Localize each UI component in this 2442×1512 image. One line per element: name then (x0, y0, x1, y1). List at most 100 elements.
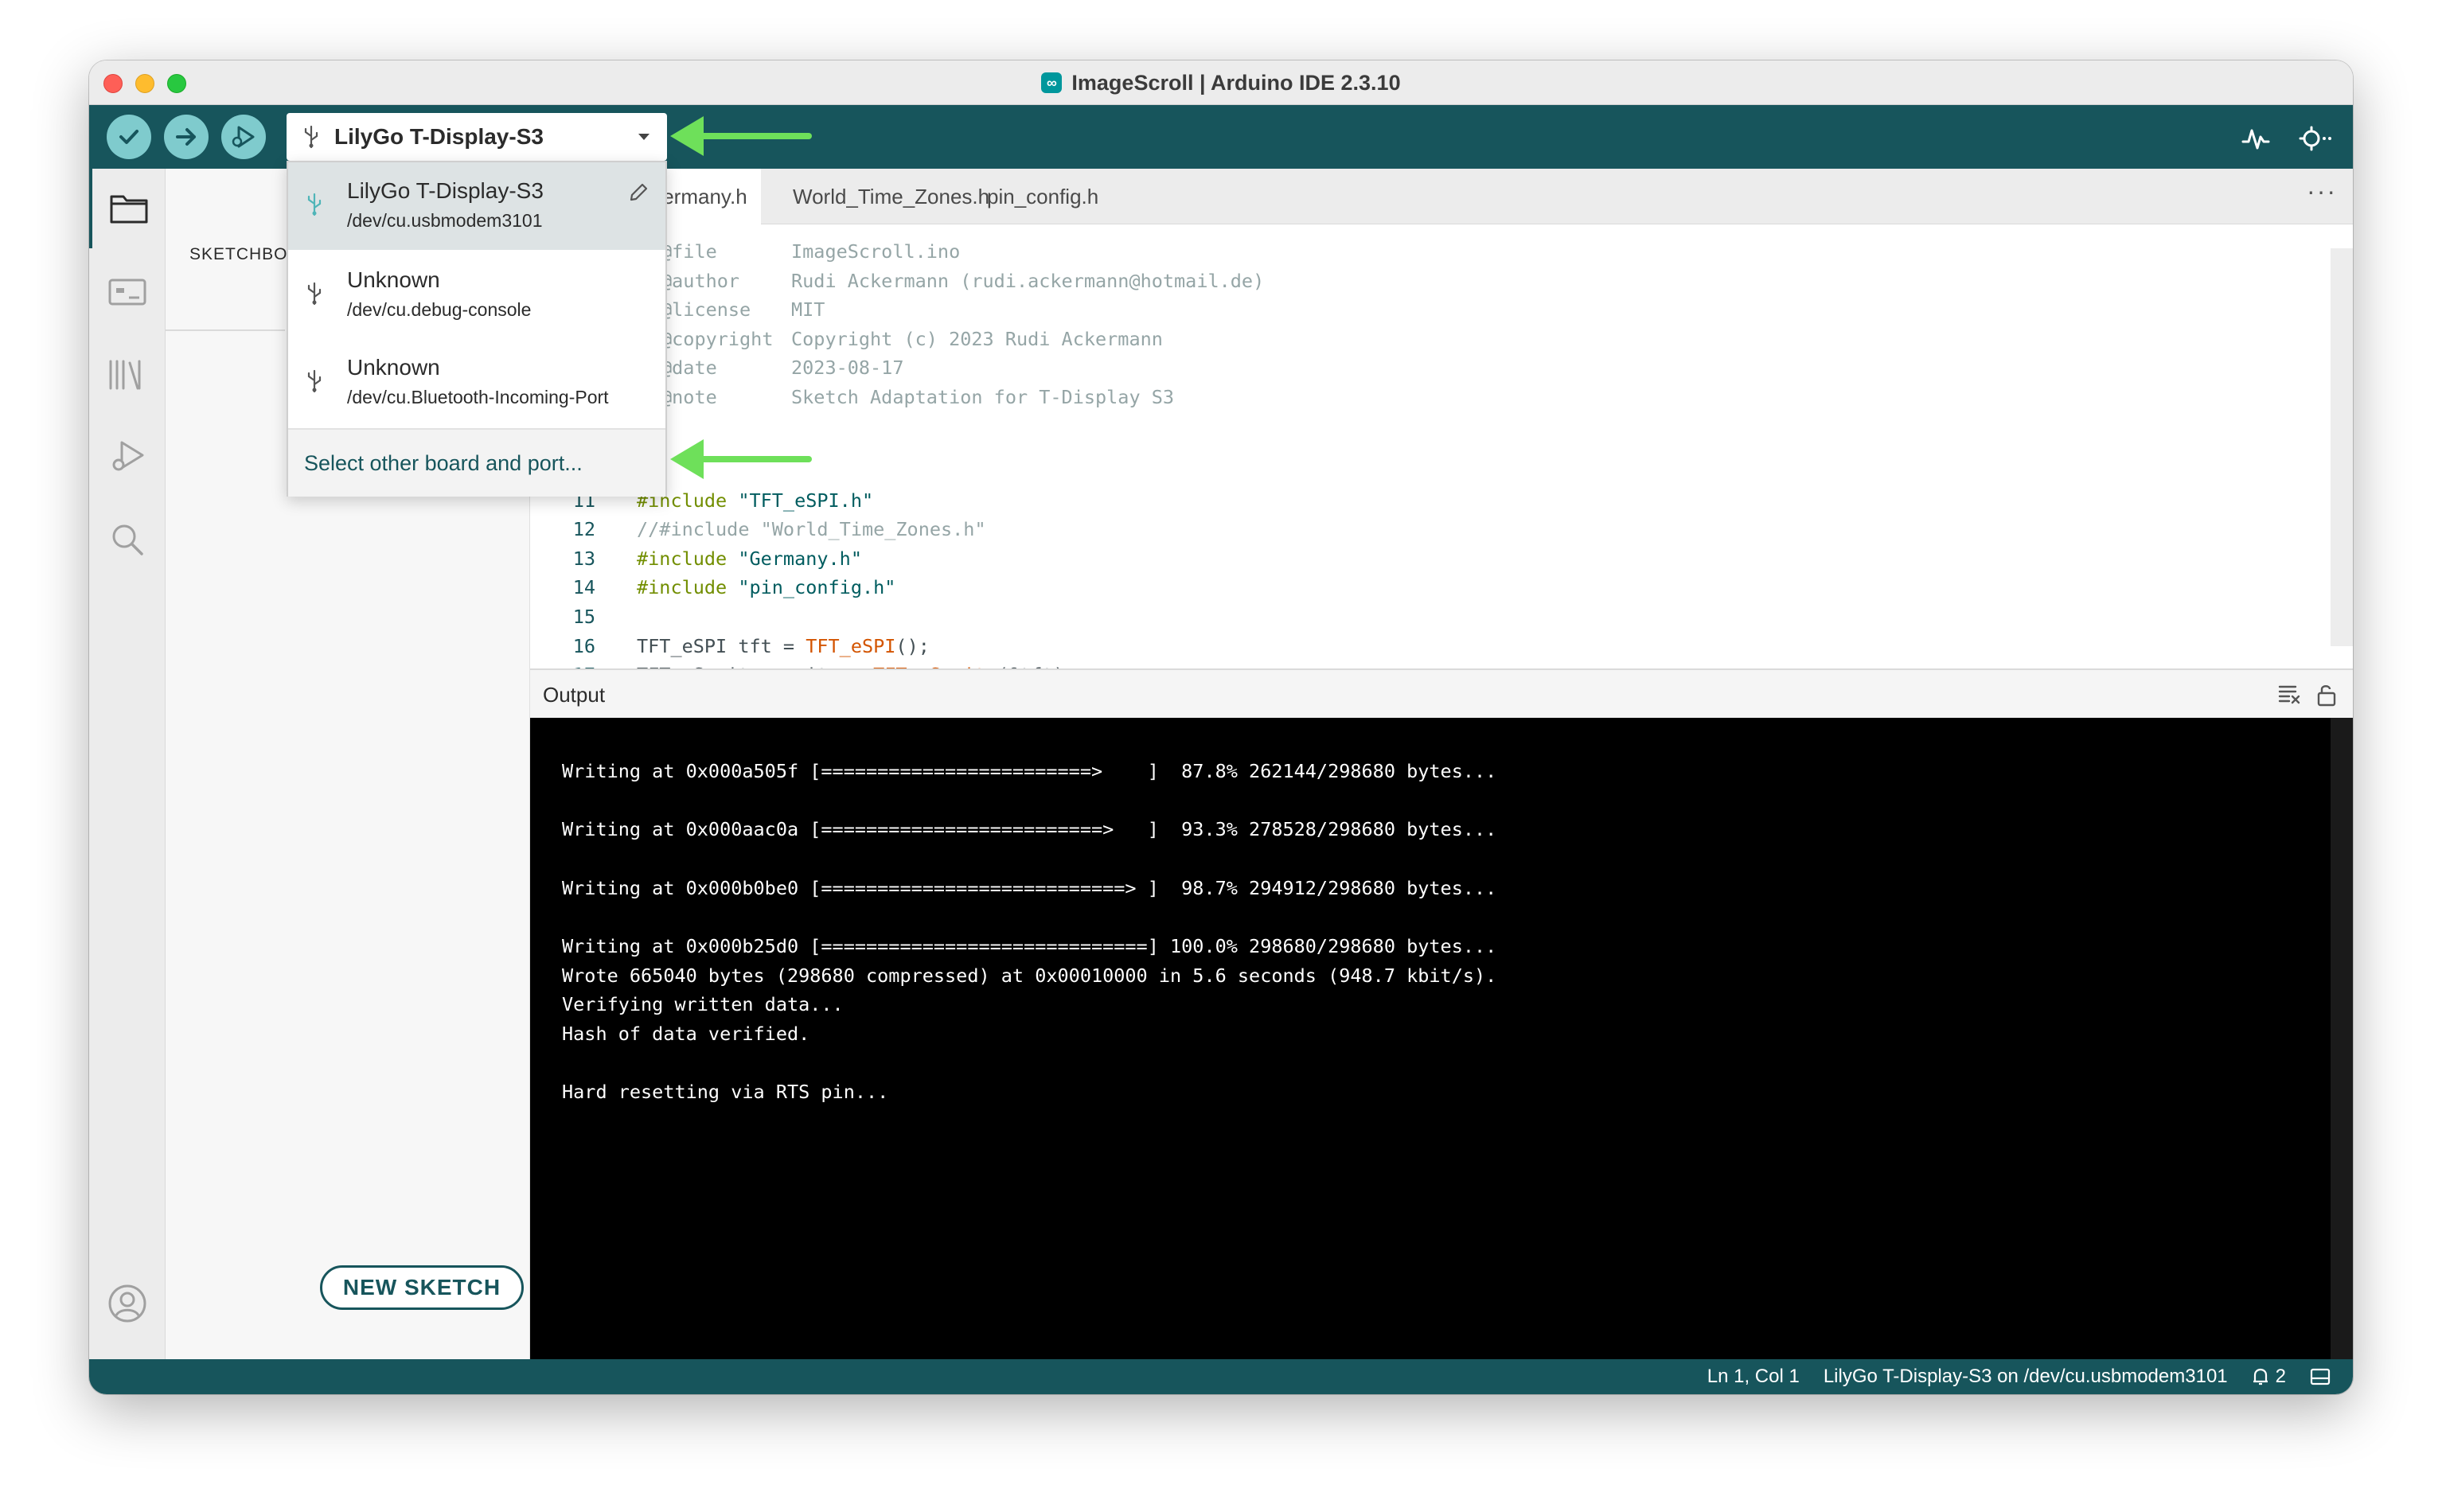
bell-icon (2253, 1368, 2268, 1385)
check-icon (119, 130, 138, 144)
code-text: TFT_eSprite sprite = TFT_eSprite(&tft); (637, 661, 1076, 668)
select-other-board-button[interactable]: Select other board and port... (288, 430, 665, 497)
output-scrollbar[interactable] (2331, 718, 2353, 1359)
toolbar: LilyGo T-Display-S3 (89, 105, 2353, 169)
sketchbook-activity[interactable] (89, 169, 166, 248)
debug-activity[interactable] (89, 417, 166, 497)
usb-icon (307, 282, 322, 306)
editor-tabs: no Germany.h World_Time_Zones.h pin_conf… (530, 169, 2353, 224)
output-console[interactable]: Writing at 0x000a505f [=================… (530, 718, 2353, 1359)
doc-value: Sketch Adaptation for T-Display S3 (791, 385, 1175, 408)
line-number: 14 (572, 576, 595, 599)
library-icon (109, 360, 141, 390)
doc-tag: @file (661, 240, 717, 263)
dropdown-item-name: LilyGo T-Display-S3 (347, 178, 544, 203)
debug-button[interactable] (221, 115, 266, 159)
doc-value: MIT (791, 298, 825, 321)
doc-tag: @date (661, 357, 717, 379)
annotation-arrow-board-selector (670, 116, 812, 156)
code-token: (); (895, 634, 930, 657)
dropdown-item-name: Unknown (347, 267, 440, 292)
board-selector[interactable]: LilyGo T-Display-S3 (287, 113, 667, 161)
notification-count: 2 (2275, 1366, 2286, 1387)
doc-tag: @note (661, 385, 717, 408)
pulse-icon (2241, 129, 2270, 150)
output-line: Writing at 0x000b25d0 [=================… (562, 934, 1497, 957)
debug-play-icon (232, 126, 255, 148)
dropdown-item-lilygo[interactable]: LilyGo T-Display-S3 /dev/cu.usbmodem3101 (288, 162, 665, 250)
clear-output-icon[interactable] (2278, 683, 2302, 705)
output-header: Output (530, 668, 2353, 718)
code-token: #include (637, 576, 739, 599)
board-selector-label: LilyGo T-Display-S3 (334, 124, 544, 149)
upload-button[interactable] (164, 115, 209, 159)
output-line: Hash of data verified. (562, 1023, 810, 1045)
usb-icon (307, 193, 322, 216)
code-token: TFT_eSPI tft = (637, 634, 806, 657)
title-bar: ∞ ImageScroll | Arduino IDE 2.3.10 (89, 60, 2353, 105)
dropdown-item-bluetooth[interactable]: Unknown /dev/cu.Bluetooth-Incoming-Port (288, 339, 665, 427)
code-token: "Germany.h" (738, 547, 862, 570)
code-text: #include "TFT_eSPI.h" (637, 486, 873, 515)
output-title: Output (543, 683, 606, 707)
line-number: 12 (572, 518, 595, 541)
more-tabs-button[interactable]: ··· (2307, 177, 2337, 206)
chevron-down-icon (638, 134, 650, 140)
debug-icon (112, 441, 144, 471)
magnifier-dots-icon (2299, 126, 2331, 151)
verify-button[interactable] (107, 115, 151, 159)
serial-plotter-button[interactable] (2237, 119, 2275, 158)
doc-value: Copyright (c) 2023 Rudi Ackermann (791, 327, 1163, 350)
line-number: 17 (530, 661, 595, 668)
output-line: Hard resetting via RTS pin... (562, 1081, 889, 1104)
ide-window: ∞ ImageScroll | Arduino IDE 2.3.10 LilyG… (89, 60, 2353, 1394)
boards-manager-activity[interactable] (89, 251, 166, 331)
arrow-right-icon (176, 128, 196, 146)
code-text: #include "pin_config.h" (637, 573, 895, 602)
editor-scrollbar[interactable] (2331, 248, 2353, 646)
window-title-text: ImageScroll | Arduino IDE 2.3.10 (1071, 70, 1401, 95)
search-activity[interactable] (89, 500, 166, 579)
status-board[interactable]: LilyGo T-Display-S3 on /dev/cu.usbmodem3… (1824, 1366, 2228, 1388)
code-token: "TFT_eSPI.h" (738, 489, 874, 512)
annotation-arrow-select-other (670, 439, 812, 479)
notifications[interactable]: 2 (2252, 1366, 2286, 1388)
tab-pin-config-h[interactable]: pin_config.h (971, 169, 1114, 224)
lock-scroll-icon[interactable] (2316, 683, 2337, 707)
doc-tag: @author (661, 269, 740, 292)
doc-value: Rudi Ackermann (rudi.ackermann@hotmail.d… (791, 269, 1265, 292)
dropdown-item-port: /dev/cu.debug-console (347, 299, 532, 320)
output-line: Writing at 0x000a505f [=================… (562, 759, 1497, 782)
serial-monitor-button[interactable] (2297, 119, 2335, 158)
output-line: Wrote 665040 bytes (298680 compressed) a… (562, 964, 1497, 987)
output-line: Writing at 0x000aac0a [=================… (562, 818, 1497, 841)
code-token: //#include "World_Time_Zones.h" (637, 518, 986, 541)
output-line: Writing at 0x000b0be0 [=================… (562, 876, 1497, 899)
sidebar-title: SKETCHBOO (189, 245, 302, 263)
folder-icon (110, 195, 148, 224)
search-icon (112, 524, 143, 555)
dropdown-item-name: Unknown (347, 355, 440, 380)
usb-icon (304, 125, 318, 149)
cursor-position[interactable]: Ln 1, Col 1 (1707, 1366, 1800, 1388)
toggle-panel-icon[interactable] (2310, 1367, 2331, 1386)
library-manager-activity[interactable] (89, 334, 166, 414)
sidebar-tab-underline (166, 329, 285, 331)
account-icon (108, 1284, 146, 1323)
account-activity[interactable] (89, 1264, 166, 1343)
code-token: "pin_config.h" (738, 576, 896, 599)
code-token: #include (637, 547, 739, 570)
code-text: #include "Germany.h" (637, 544, 862, 573)
line-number: 15 (572, 606, 595, 628)
new-sketch-button[interactable]: NEW SKETCH (320, 1265, 524, 1310)
doc-tag: @license (661, 298, 751, 321)
line-number: 16 (572, 634, 595, 657)
status-bar: Ln 1, Col 1 LilyGo T-Display-S3 on /dev/… (89, 1359, 2353, 1394)
output-line: Verifying written data... (562, 993, 844, 1016)
dropdown-item-debug-console[interactable]: Unknown /dev/cu.debug-console (288, 251, 665, 339)
pencil-icon[interactable] (627, 181, 650, 204)
doc-tag: @copyright (661, 327, 774, 350)
doc-value: 2023-08-17 (791, 357, 904, 379)
dropdown-item-port: /dev/cu.Bluetooth-Incoming-Port (347, 387, 609, 407)
board-icon (108, 279, 146, 306)
